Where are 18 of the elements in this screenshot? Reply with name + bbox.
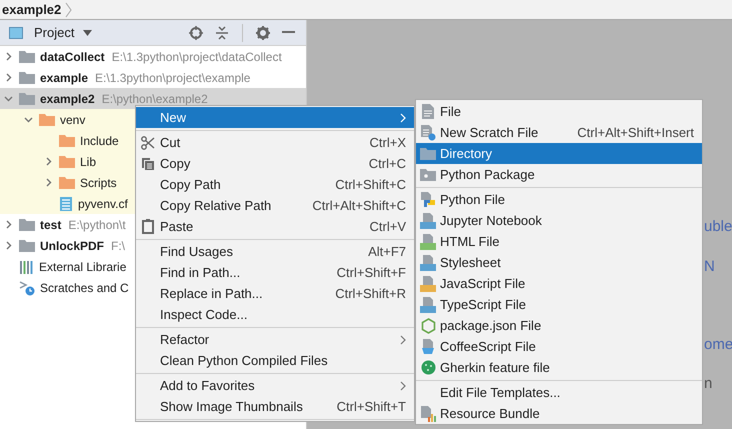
item-name: test (40, 218, 62, 232)
item-path: E:\1.3python\project\dataCollect (112, 50, 282, 64)
item-name: venv (60, 112, 86, 126)
item-path: E:\1.3python\project\example (95, 70, 250, 84)
item-name: UnlockPDF (40, 238, 104, 252)
editor-hint-text: n (704, 375, 712, 392)
item-name: External Librarie (39, 260, 126, 274)
item-name: pyvenv.cf (78, 196, 128, 210)
item-name: Include (80, 134, 119, 148)
item-name: example (40, 70, 88, 84)
item-path: E:\python\example2 (102, 92, 208, 106)
item-path: F:\ (111, 238, 126, 252)
item-name: dataCollect (40, 50, 105, 64)
item-name: Scripts (80, 176, 117, 190)
item-name: Scratches and C (40, 280, 129, 294)
item-path: E:\python\t (68, 218, 126, 232)
item-name: example2 (40, 92, 95, 106)
item-name: Lib (80, 154, 96, 168)
